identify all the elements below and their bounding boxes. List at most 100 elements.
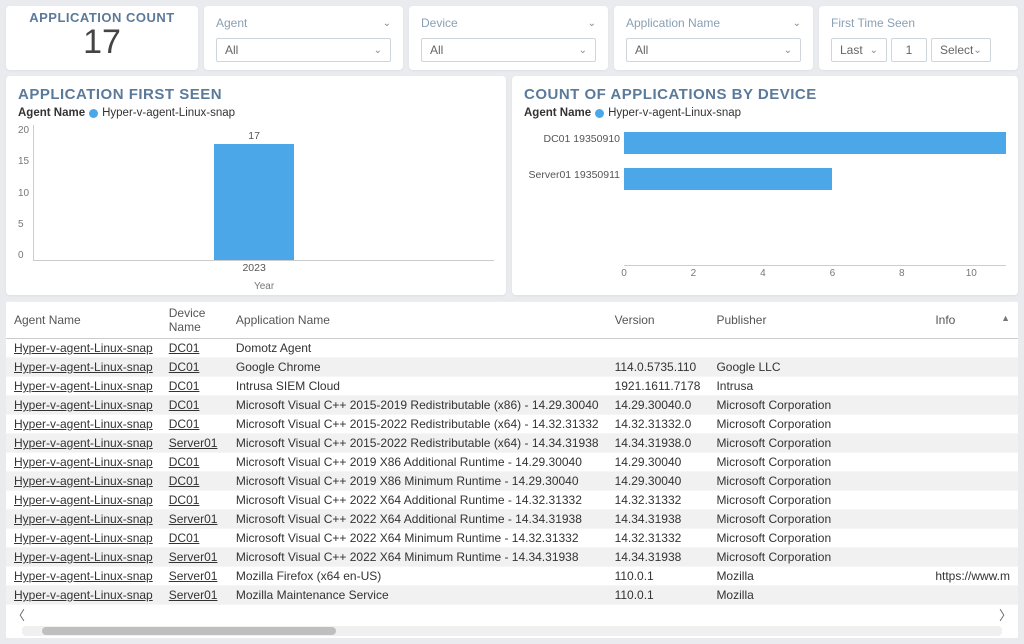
chevron-down-icon: ⌄: [579, 45, 587, 56]
table-cell: Server01: [161, 567, 228, 586]
table-link[interactable]: Hyper-v-agent-Linux-snap: [14, 493, 153, 507]
legend-series: Hyper-v-agent-Linux-snap: [608, 107, 741, 119]
table-cell: [927, 415, 1018, 434]
filter-fts-unit-select[interactable]: Select ⌄: [931, 38, 991, 62]
scroll-left-icon[interactable]: 〈: [12, 605, 25, 624]
table-cell: Microsoft Corporation: [708, 510, 927, 529]
legend-dot-icon: [595, 109, 604, 118]
column-header[interactable]: Version: [607, 302, 709, 339]
table-link[interactable]: Hyper-v-agent-Linux-snap: [14, 436, 153, 450]
table-link[interactable]: DC01: [169, 398, 200, 412]
table-link[interactable]: Hyper-v-agent-Linux-snap: [14, 398, 153, 412]
table-link[interactable]: DC01: [169, 531, 200, 545]
table-cell: Microsoft Visual C++ 2022 X64 Additional…: [228, 510, 607, 529]
column-header[interactable]: Agent Name: [6, 302, 161, 339]
table-link[interactable]: DC01: [169, 360, 200, 374]
chevron-down-icon[interactable]: ⌄: [793, 18, 801, 29]
scroll-right-icon[interactable]: 〉: [999, 605, 1012, 624]
table-cell: Microsoft Corporation: [708, 548, 927, 567]
table-link[interactable]: DC01: [169, 341, 200, 355]
table-link[interactable]: DC01: [169, 493, 200, 507]
filter-device-select[interactable]: All ⌄: [421, 38, 596, 62]
chart-hbar[interactable]: [624, 168, 832, 190]
table-row[interactable]: Hyper-v-agent-Linux-snap Server01 Mozilla …: [6, 567, 1018, 586]
table-link[interactable]: Server01: [169, 588, 218, 602]
table-link[interactable]: Hyper-v-agent-Linux-snap: [14, 550, 153, 564]
table-link[interactable]: DC01: [169, 474, 200, 488]
legend-label: Agent Name: [18, 107, 85, 119]
filter-device-value: All: [430, 43, 443, 57]
table-link[interactable]: DC01: [169, 417, 200, 431]
table-cell: Google Chrome: [228, 358, 607, 377]
table-link[interactable]: Hyper-v-agent-Linux-snap: [14, 379, 153, 393]
column-header[interactable]: Publisher: [708, 302, 927, 339]
chevron-down-icon[interactable]: ⌄: [588, 18, 596, 29]
chart-left[interactable]: 20151050 Year 172023: [18, 125, 494, 285]
filter-agent-select[interactable]: All ⌄: [216, 38, 391, 62]
table-cell: [607, 339, 709, 358]
table-row[interactable]: Hyper-v-agent-Linux-snap DC01 Microsoft Vi…: [6, 529, 1018, 548]
chart-hbar[interactable]: [624, 132, 1006, 154]
table-row[interactable]: Hyper-v-agent-Linux-snapServer01Microsof…: [6, 434, 1018, 453]
table-link[interactable]: DC01: [169, 455, 200, 469]
table-link[interactable]: Server01: [169, 512, 218, 526]
table-link[interactable]: Server01: [169, 436, 218, 450]
table-row[interactable]: Hyper-v-agent-Linux-snap DC01 Google Chrom…: [6, 358, 1018, 377]
column-header[interactable]: Application Name: [228, 302, 607, 339]
table-cell: [708, 339, 927, 358]
filter-fts-mode-select[interactable]: Last ⌄: [831, 38, 887, 62]
table-row[interactable]: Hyper-v-agent-Linux-snapDC01Microsoft Vi…: [6, 472, 1018, 491]
table-cell: Mozilla Firefox (x64 en-US): [228, 567, 607, 586]
table-cell: [927, 529, 1018, 548]
table-link[interactable]: Server01: [169, 569, 218, 583]
table-cell: DC01: [161, 358, 228, 377]
table-link[interactable]: Hyper-v-agent-Linux-snap: [14, 360, 153, 374]
chart-x-tick: 8: [899, 268, 905, 279]
horizontal-scrollbar-thumb[interactable]: [42, 627, 336, 635]
table-row[interactable]: Hyper-v-agent-Linux-snapServer01Mozilla …: [6, 586, 1018, 605]
table-link[interactable]: Hyper-v-agent-Linux-snap: [14, 588, 153, 602]
table-row[interactable]: Hyper-v-agent-Linux-snapDC01Microsoft Vi…: [6, 396, 1018, 415]
filter-agent: Agent ⌄ All ⌄: [204, 6, 403, 70]
chevron-down-icon: ⌄: [870, 45, 878, 56]
table-link[interactable]: DC01: [169, 379, 200, 393]
table-row[interactable]: Hyper-v-agent-Linux-snap DC01 Domotz Agent: [6, 339, 1018, 358]
chevron-down-icon[interactable]: ⌄: [383, 18, 391, 29]
horizontal-scrollbar-track[interactable]: [22, 626, 1002, 636]
table-link[interactable]: Hyper-v-agent-Linux-snap: [14, 531, 153, 545]
table-cell: Domotz Agent: [228, 339, 607, 358]
table-cell: Microsoft Visual C++ 2022 X64 Minimum Ru…: [228, 529, 607, 548]
table-link[interactable]: Hyper-v-agent-Linux-snap: [14, 512, 153, 526]
filter-fts-count-input[interactable]: 1: [891, 38, 927, 62]
table-cell: Hyper-v-agent-Linux-snap: [6, 548, 161, 567]
table-link[interactable]: Hyper-v-agent-Linux-snap: [14, 474, 153, 488]
table-row[interactable]: Hyper-v-agent-Linux-snap DC01 Microsoft Vi…: [6, 415, 1018, 434]
table-cell: Microsoft Visual C++ 2015-2022 Redistrib…: [228, 415, 607, 434]
table-row[interactable]: Hyper-v-agent-Linux-snap Server01 Microsof…: [6, 548, 1018, 567]
table-link[interactable]: Hyper-v-agent-Linux-snap: [14, 341, 153, 355]
panel-right-legend: Agent Name Hyper-v-agent-Linux-snap: [524, 107, 1006, 119]
column-header[interactable]: Device Name: [161, 302, 228, 339]
chart-bar-value: 17: [248, 130, 260, 142]
chart-x-tick: 10: [966, 268, 977, 279]
table-cell: Microsoft Corporation: [708, 529, 927, 548]
table-link[interactable]: Hyper-v-agent-Linux-snap: [14, 417, 153, 431]
table-link[interactable]: Hyper-v-agent-Linux-snap: [14, 569, 153, 583]
chart-bar[interactable]: [214, 144, 294, 260]
chart-x-tick: 6: [830, 268, 836, 279]
table-link[interactable]: Hyper-v-agent-Linux-snap: [14, 455, 153, 469]
table-cell: Server01: [161, 434, 228, 453]
table-cell: [927, 434, 1018, 453]
table-row[interactable]: Hyper-v-agent-Linux-snapDC01Intrusa SIEM…: [6, 377, 1018, 396]
table-link[interactable]: Server01: [169, 550, 218, 564]
sort-asc-icon: ▲: [1001, 313, 1010, 323]
table-cell: Intrusa: [708, 377, 927, 396]
table-row[interactable]: Hyper-v-agent-Linux-snapDC01Microsoft Vi…: [6, 453, 1018, 472]
table-cell: Microsoft Corporation: [708, 491, 927, 510]
filter-app-select[interactable]: All ⌄: [626, 38, 801, 62]
table-cell: Hyper-v-agent-Linux-snap: [6, 586, 161, 605]
chart-right[interactable]: DC01 19350910Server01 19350911 0246810: [524, 125, 1006, 285]
column-header[interactable]: Info▲: [927, 302, 1018, 339]
table-row[interactable]: Hyper-v-agent-Linux-snapDC01Microsoft Vi…: [6, 491, 1018, 510]
table-row[interactable]: Hyper-v-agent-Linux-snap Server01 Microsof…: [6, 510, 1018, 529]
